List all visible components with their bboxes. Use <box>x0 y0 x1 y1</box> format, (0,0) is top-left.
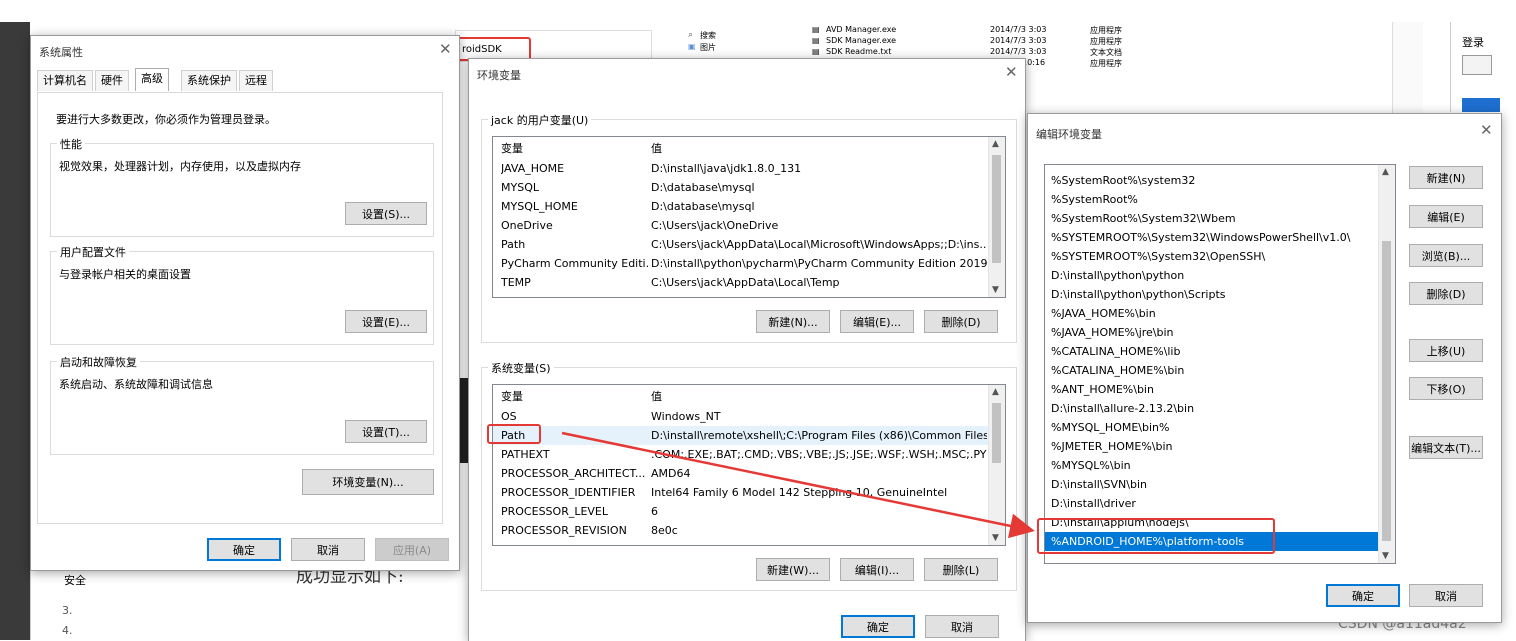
annotation-arrow <box>561 431 1035 539</box>
